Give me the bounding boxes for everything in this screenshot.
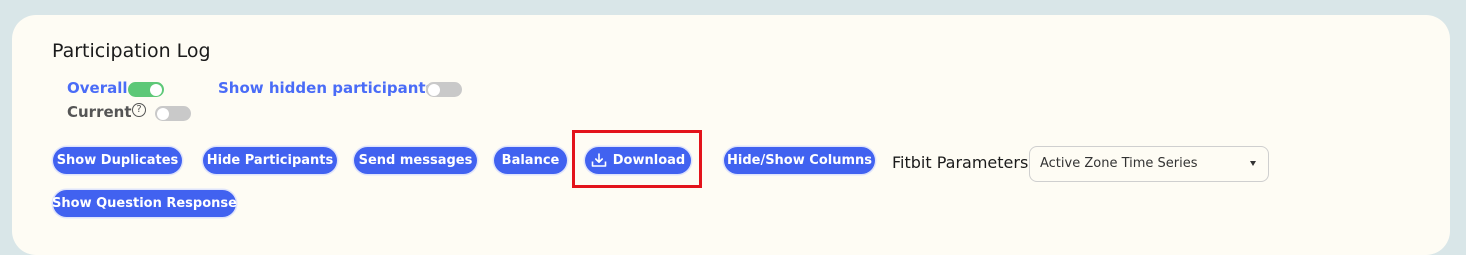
toggle-knob bbox=[157, 107, 169, 120]
show-duplicates-button[interactable]: Show Duplicates bbox=[53, 147, 182, 174]
participation-card bbox=[12, 15, 1450, 255]
balance-button[interactable]: Balance bbox=[494, 147, 567, 174]
hide-show-columns-button[interactable]: Hide/Show Columns bbox=[724, 147, 875, 174]
overall-toggle-label[interactable]: Overall bbox=[67, 79, 128, 97]
fitbit-parameters-selected-value: Active Zone Time Series bbox=[1040, 156, 1198, 171]
overall-toggle[interactable] bbox=[128, 82, 164, 97]
current-toggle[interactable] bbox=[155, 106, 191, 121]
toggle-knob bbox=[150, 83, 162, 96]
toggle-knob bbox=[428, 83, 440, 96]
current-toggle-label[interactable]: Current bbox=[67, 103, 132, 121]
show-hidden-participants-toggle[interactable] bbox=[426, 82, 462, 97]
help-icon[interactable]: ? bbox=[132, 103, 146, 117]
page-title: Participation Log bbox=[52, 40, 211, 62]
caret-down-icon bbox=[1250, 161, 1256, 166]
fitbit-parameters-select[interactable]: Active Zone Time Series bbox=[1029, 146, 1269, 182]
hide-participants-button[interactable]: Hide Participants bbox=[203, 147, 337, 174]
show-question-response-button[interactable]: Show Question Response bbox=[52, 190, 237, 217]
download-highlight-box bbox=[572, 130, 702, 188]
show-hidden-participants-label[interactable]: Show hidden participants bbox=[218, 79, 434, 97]
send-messages-button[interactable]: Send messages bbox=[354, 147, 477, 174]
fitbit-parameters-label: Fitbit Parameters bbox=[892, 153, 1029, 172]
